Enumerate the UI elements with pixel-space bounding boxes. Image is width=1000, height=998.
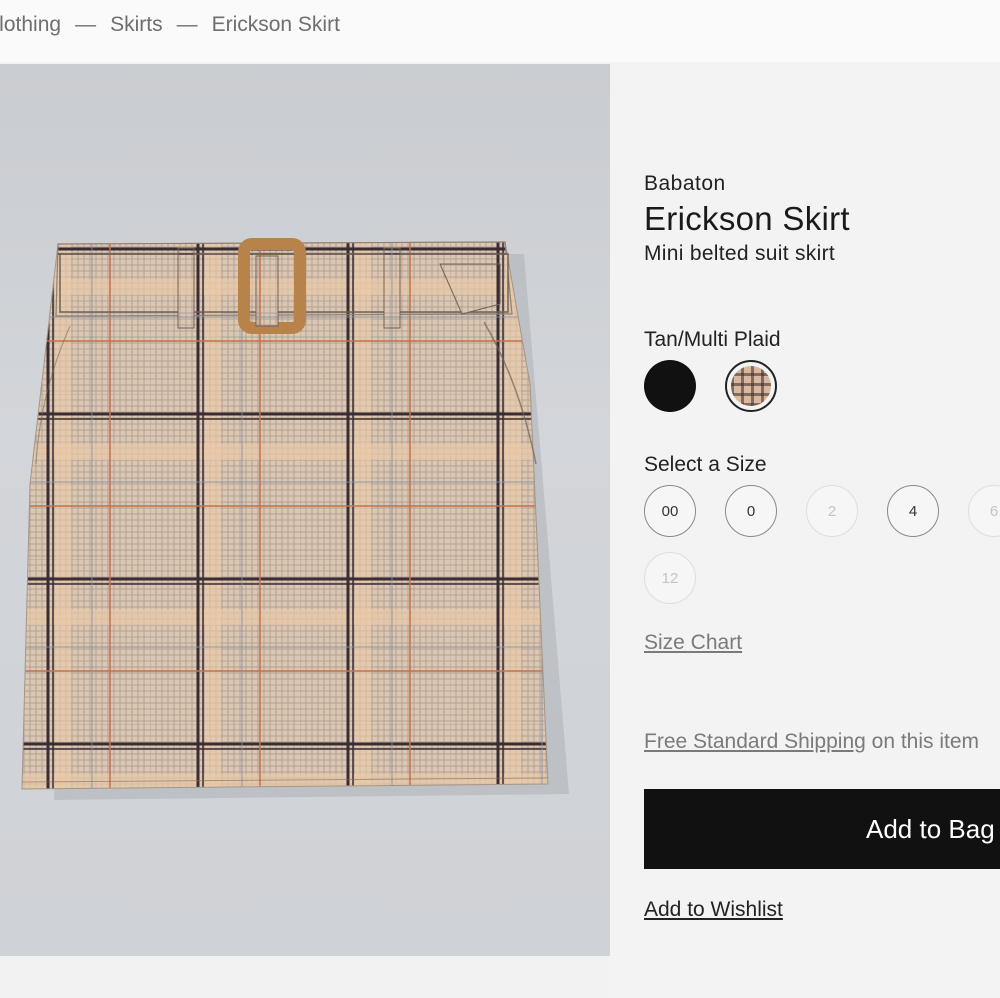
product-subtitle: Mini belted suit skirt [644, 242, 835, 265]
selected-color-label: Tan/Multi Plaid [644, 328, 781, 351]
breadcrumb-item-skirts[interactable]: Skirts [110, 13, 163, 37]
shipping-info: Free Standard Shipping on this item [644, 730, 979, 754]
size-select-label: Select a Size [644, 453, 767, 476]
skirt-illustration [21, 238, 569, 800]
breadcrumb-item-current: Erickson Skirt [211, 13, 340, 36]
color-swatch-plaid-selected[interactable] [725, 360, 777, 412]
product-image [0, 64, 610, 956]
breadcrumb-item-clothing[interactable]: Clothing [0, 13, 61, 37]
plaid-swatch-fill [731, 366, 771, 406]
add-to-wishlist-link[interactable]: Add to Wishlist [644, 898, 783, 922]
size-chart-link[interactable]: Size Chart [644, 631, 742, 655]
free-shipping-link[interactable]: Free Standard Shipping [644, 730, 866, 753]
breadcrumb-separator: — [176, 13, 198, 36]
size-option-6[interactable]: 6 [968, 485, 1000, 537]
brand-name: Babaton [644, 172, 726, 195]
size-option-00[interactable]: 00 [644, 485, 696, 537]
size-option-2[interactable]: 2 [806, 485, 858, 537]
size-option-12[interactable]: 12 [644, 552, 696, 604]
color-swatch-black[interactable] [644, 360, 696, 412]
breadcrumb-separator: — [75, 13, 97, 36]
add-to-bag-button[interactable]: Add to Bag [644, 789, 1000, 869]
breadcrumb: Clothing — Skirts — Erickson Skirt [0, 0, 1000, 62]
shipping-suffix: on this item [865, 730, 980, 753]
size-option-0[interactable]: 0 [725, 485, 777, 537]
product-title: Erickson Skirt [644, 200, 850, 237]
size-option-4[interactable]: 4 [887, 485, 939, 537]
product-details-panel: Babaton Erickson Skirt Mini belted suit … [610, 64, 1000, 998]
